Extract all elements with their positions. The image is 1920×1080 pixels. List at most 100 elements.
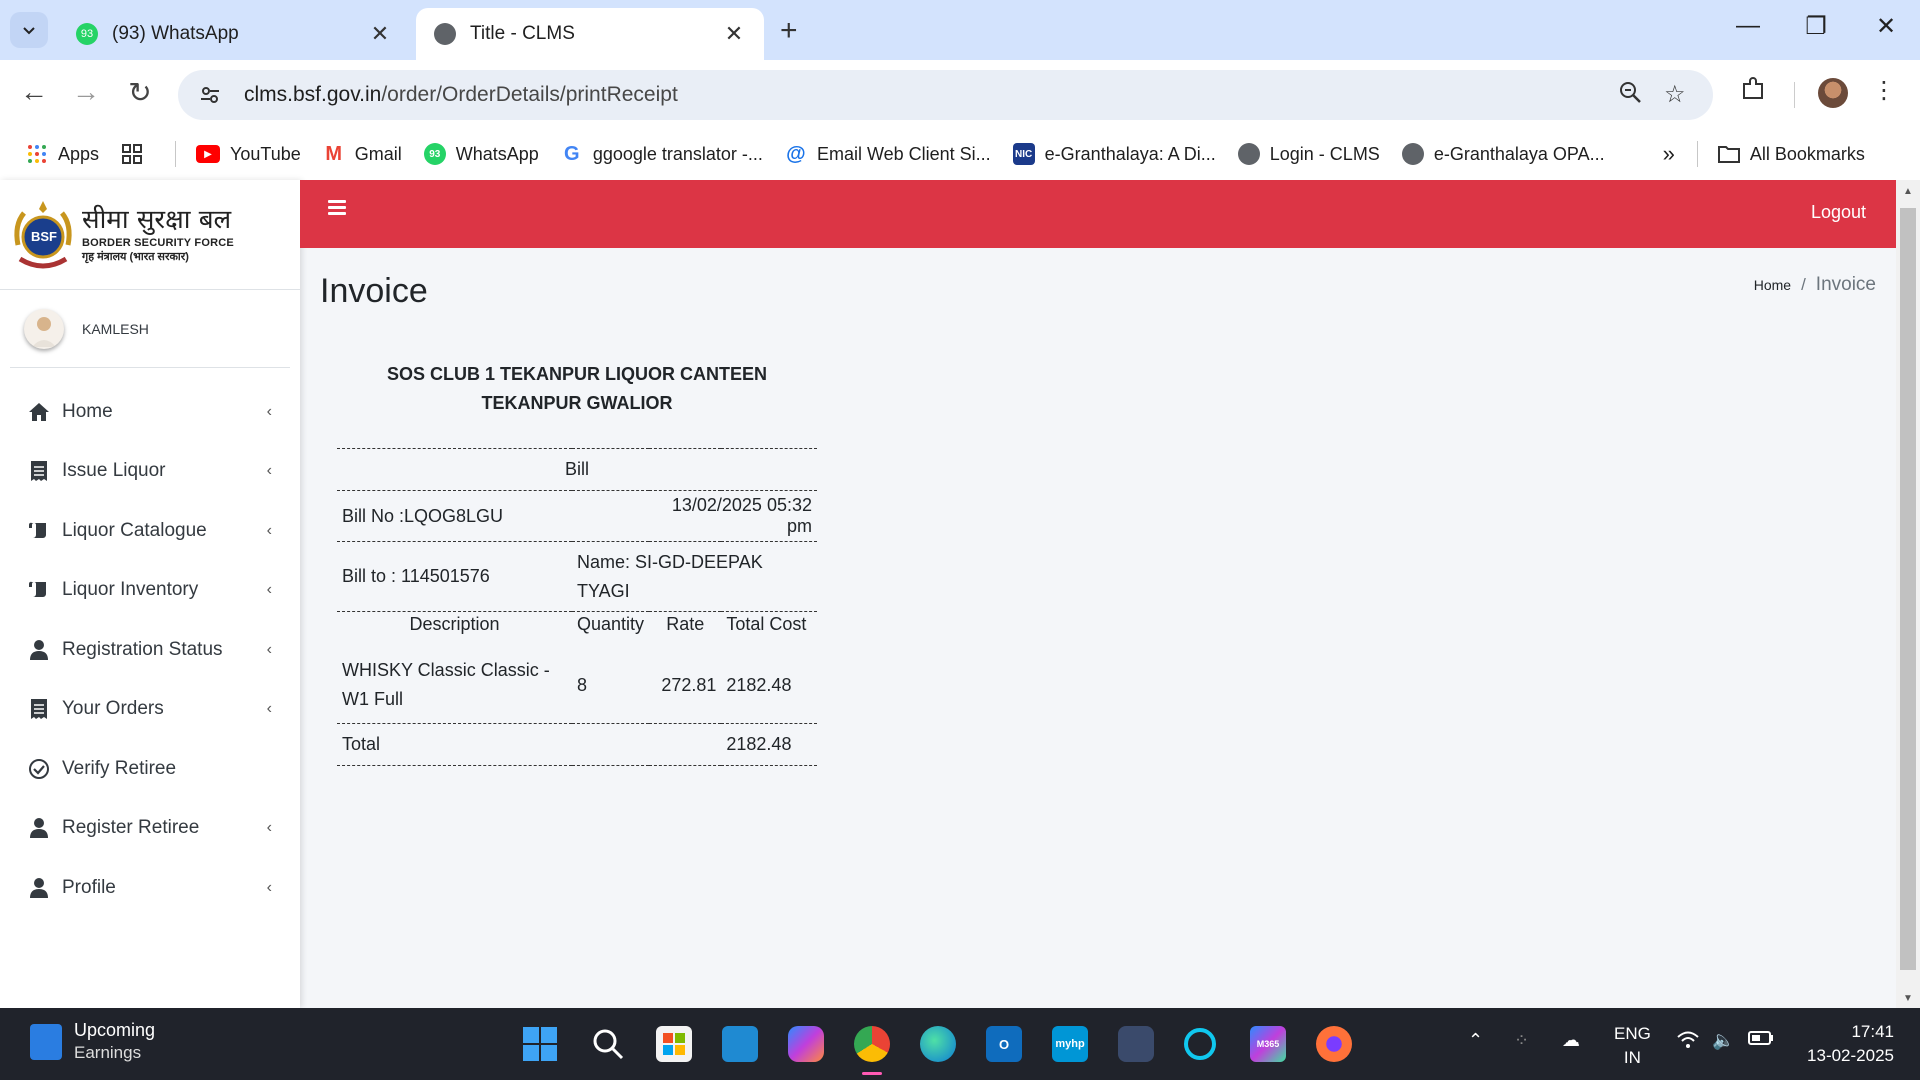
firefox-icon[interactable]	[1316, 1026, 1352, 1062]
scrollbar-thumb[interactable]	[1900, 208, 1916, 970]
bookmark-email-client[interactable]: @ Email Web Client Si...	[785, 143, 991, 165]
chevron-left-icon: ‹	[266, 700, 272, 718]
grid-icon	[121, 143, 143, 165]
whatsapp-icon: 93	[423, 143, 446, 165]
receipt-header: SOS CLUB 1 TEKANPUR LIQUOR CANTEEN TEKAN…	[337, 360, 817, 418]
sidebar-item-issue-liquor[interactable]: Issue Liquor ‹	[0, 442, 300, 502]
page-scrollbar[interactable]: ▲ ▼	[1896, 180, 1920, 1008]
chrome-icon[interactable]	[854, 1026, 890, 1062]
sidebar-item-register-retiree[interactable]: Register Retiree ‹	[0, 799, 300, 859]
new-tab-button[interactable]: +	[780, 14, 798, 48]
bill-number: Bill No :LQOG8LGU	[337, 490, 650, 542]
volume-icon[interactable]: 🔈	[1712, 1030, 1734, 1051]
wifi-icon[interactable]	[1676, 1030, 1700, 1055]
profile-avatar[interactable]	[1818, 78, 1848, 108]
language-indicator[interactable]: ENG IN	[1614, 1022, 1651, 1070]
all-bookmarks-button[interactable]: All Bookmarks	[1717, 143, 1865, 165]
address-bar[interactable]: clms.bsf.gov.in/order/OrderDetails/print…	[178, 70, 1713, 120]
bookmark-egranthalaya[interactable]: NIC e-Granthalaya: A Di...	[1012, 143, 1216, 165]
chevron-left-icon: ‹	[266, 402, 272, 420]
close-tab-icon[interactable]: ✕	[722, 21, 746, 47]
tab-whatsapp[interactable]: 93 (93) WhatsApp ✕	[58, 8, 410, 60]
earnings-icon	[30, 1023, 62, 1060]
bookmark-whatsapp[interactable]: 93 WhatsApp	[423, 143, 539, 165]
bookmark-gmail[interactable]: M Gmail	[323, 143, 401, 165]
home-icon	[28, 402, 50, 422]
extensions-icon[interactable]	[1740, 76, 1766, 109]
weather-widget[interactable]: Upcoming Earnings	[30, 1020, 155, 1063]
globe-icon	[1401, 143, 1424, 165]
bookmark-label: YouTube	[230, 143, 301, 164]
more-menu-icon[interactable]: ⋮	[1872, 76, 1896, 105]
windows-start-icon[interactable]	[522, 1026, 558, 1062]
restore-icon[interactable]: ❐	[1796, 12, 1836, 41]
hamburger-menu-icon[interactable]	[328, 200, 346, 218]
breadcrumb-current: Invoice	[1815, 274, 1876, 295]
apps-grid-icon	[26, 143, 48, 165]
web-page: BSF सीमा सुरक्षा बल BORDER SECURITY FORC…	[0, 180, 1920, 1008]
breadcrumb-home[interactable]: Home	[1754, 277, 1791, 293]
sidebar-item-registration-status[interactable]: Registration Status ‹	[0, 620, 300, 680]
bookmark-label: e-Granthalaya OPA...	[1433, 143, 1605, 164]
alexa-icon[interactable]	[1184, 1028, 1216, 1060]
more-bookmarks-button[interactable]: »	[1663, 141, 1675, 167]
brand-logo[interactable]: BSF सीमा सुरक्षा बल BORDER SECURITY FORC…	[0, 180, 300, 290]
tab-search-button[interactable]	[10, 12, 48, 48]
chevron-up-icon[interactable]: ⌃	[1468, 1030, 1483, 1051]
app-icon[interactable]	[1118, 1026, 1154, 1062]
forward-icon[interactable]: →	[68, 76, 104, 108]
tray-app-icon[interactable]: ⁘	[1514, 1030, 1529, 1051]
bookmark-egranthalaya-opac[interactable]: e-Granthalaya OPA...	[1401, 143, 1605, 165]
bill-heading-row: Bill	[337, 448, 817, 491]
desktop-icon[interactable]	[722, 1026, 758, 1062]
m365-icon[interactable]: M365	[1250, 1026, 1286, 1062]
back-icon[interactable]: ←	[16, 76, 52, 108]
scroll-down-icon[interactable]: ▼	[1896, 993, 1920, 1004]
url-text[interactable]: clms.bsf.gov.in/order/OrderDetails/print…	[244, 83, 678, 107]
sidebar-item-home[interactable]: Home ‹	[0, 382, 300, 442]
close-window-icon[interactable]: ✕	[1866, 12, 1906, 41]
reload-icon[interactable]: ↻	[122, 76, 158, 109]
tab-clms[interactable]: Title - CLMS ✕	[416, 8, 764, 60]
bookmark-apps[interactable]: Apps	[26, 143, 99, 165]
bookmark-label: WhatsApp	[455, 143, 539, 164]
zoom-icon[interactable]	[1618, 80, 1642, 111]
edge-icon[interactable]	[920, 1026, 956, 1062]
battery-icon[interactable]	[1748, 1030, 1774, 1051]
system-clock[interactable]: 17:41 13-02-2025	[1807, 1020, 1894, 1068]
outlook-icon[interactable]: O	[986, 1026, 1022, 1062]
sidebar-item-profile[interactable]: Profile ‹	[0, 858, 300, 918]
emblem-text: BSF	[31, 228, 57, 244]
sidebar-item-liquor-inventory[interactable]: Liquor Inventory ‹	[0, 561, 300, 621]
globe-icon	[434, 23, 456, 45]
bookmark-youtube[interactable]: ▶ YouTube	[196, 144, 301, 165]
search-icon[interactable]	[590, 1026, 626, 1062]
bookmark-login-clms[interactable]: Login - CLMS	[1237, 143, 1380, 165]
sidebar-item-liquor-catalogue[interactable]: Liquor Catalogue ‹	[0, 501, 300, 561]
bookmarks-bar: Apps ▶ YouTube M Gmail 93 WhatsApp G ggo…	[0, 128, 1920, 180]
column-header: Description	[337, 611, 572, 638]
copilot-icon[interactable]	[788, 1026, 824, 1062]
total-row: Total 2182.48	[337, 723, 817, 766]
scroll-up-icon[interactable]: ▲	[1896, 186, 1920, 197]
sidebar-item-your-orders[interactable]: Your Orders ‹	[0, 680, 300, 740]
myhp-icon[interactable]: myhp	[1052, 1026, 1088, 1062]
bookmark-google-translator[interactable]: G ggoogle translator -...	[561, 143, 763, 165]
site-info-icon[interactable]	[196, 81, 224, 109]
minimize-icon[interactable]: —	[1728, 12, 1768, 40]
google-icon: G	[564, 142, 580, 165]
check-circle-icon	[28, 758, 50, 780]
sidebar-item-verify-retiree[interactable]: Verify Retiree	[0, 739, 300, 799]
scroll-icon	[28, 580, 50, 600]
tab-title: Title - CLMS	[470, 23, 575, 44]
close-tab-icon[interactable]: ✕	[368, 21, 392, 47]
bill-datetime: 13/02/2025 05:32 pm	[649, 490, 817, 542]
user-panel[interactable]: KAMLESH	[10, 290, 290, 368]
sidebar: BSF सीमा सुरक्षा बल BORDER SECURITY FORC…	[0, 180, 300, 1008]
onedrive-icon[interactable]: ☁	[1562, 1030, 1580, 1051]
tab-groups-button[interactable]	[121, 143, 153, 165]
bookmark-star-icon[interactable]: ☆	[1664, 80, 1686, 109]
microsoft-store-icon[interactable]	[656, 1026, 692, 1062]
logout-link[interactable]: Logout	[1811, 202, 1866, 223]
sidebar-item-label: Registration Status	[62, 638, 223, 660]
